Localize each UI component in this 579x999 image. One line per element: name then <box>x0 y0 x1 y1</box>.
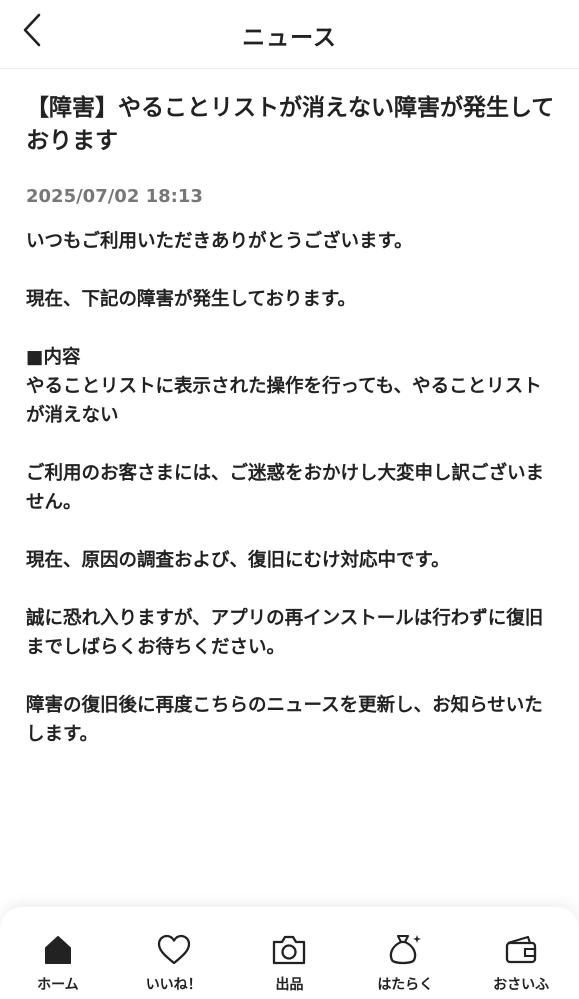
nav-label-home: ホーム <box>37 977 79 993</box>
page-title: ニュース <box>242 25 337 51</box>
nav-label-sell: 出品 <box>275 977 304 993</box>
article-paragraph: 現在、下記の障害が発生しております。 <box>26 289 357 310</box>
article-body: いつもご利用いただきありがとうございます。 現在、下記の障害が発生しております。… <box>26 227 556 749</box>
nav-likes[interactable]: いいね！ <box>116 907 232 999</box>
nav-wallet[interactable]: おさいふ <box>463 907 579 999</box>
nav-label-work: はたらく <box>377 977 434 993</box>
article-paragraph: 誠に恐れ入りますが、アプリの再インストールは行わずに復旧までしばらくお待ちくださ… <box>26 608 544 658</box>
article-paragraph: 現在、原因の調査および、復旧にむけ対応中です。 <box>26 550 450 571</box>
nav-label-wallet: おさいふ <box>493 977 550 993</box>
news-article: 【障害】やることリストが消えない障害が発生しております 2025/07/02 1… <box>26 92 556 778</box>
camera-icon <box>270 931 308 969</box>
heart-icon <box>155 931 193 969</box>
header-bar: ニュース <box>0 0 579 69</box>
nav-home[interactable]: ホーム <box>0 907 116 999</box>
nav-label-likes: いいね！ <box>145 977 202 993</box>
article-paragraph: ■内容 やることリストに表示された操作を行っても、やることリストが消えない <box>26 347 542 426</box>
article-paragraph: 障害の復旧後に再度こちらのニュースを更新し、お知らせいたします。 <box>26 695 543 745</box>
bottom-nav-bar: ホーム いいね！ 出品 はたらく おさいふ <box>0 907 579 999</box>
article-title: 【障害】やることリストが消えない障害が発生しております <box>26 95 555 154</box>
article-paragraph: ご利用のお客さまには、ご迷惑をおかけし大変申し訳ございません。 <box>26 463 545 513</box>
home-icon <box>39 931 77 969</box>
wallet-icon <box>502 931 540 969</box>
article-date: 2025/07/02 18:13 <box>26 186 203 207</box>
money-bag-icon <box>386 931 424 969</box>
nav-sell[interactable]: 出品 <box>232 907 348 999</box>
article-paragraph: いつもご利用いただきありがとうございます。 <box>26 231 413 252</box>
nav-work[interactable]: はたらく <box>347 907 463 999</box>
